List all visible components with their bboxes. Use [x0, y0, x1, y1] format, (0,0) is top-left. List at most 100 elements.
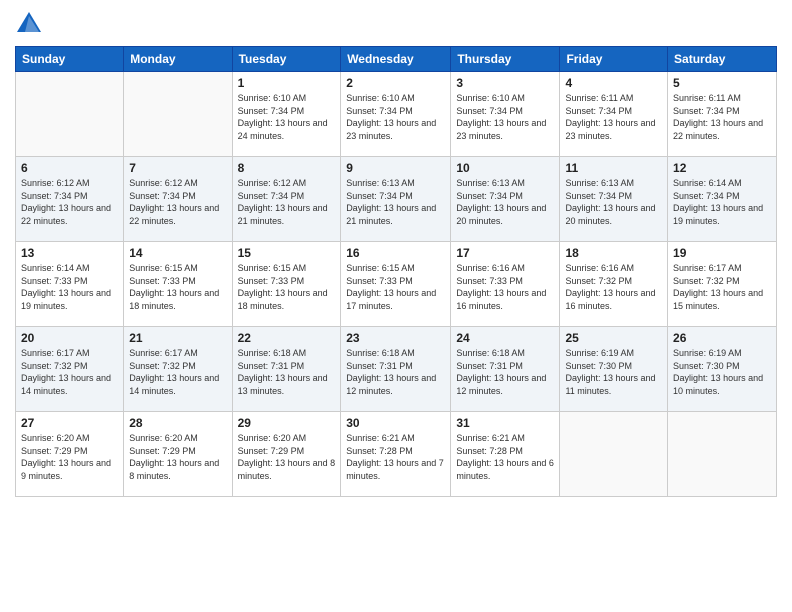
day-header-thursday: Thursday: [451, 47, 560, 72]
day-number: 13: [21, 246, 118, 260]
day-info: Sunrise: 6:10 AM Sunset: 7:34 PM Dayligh…: [238, 92, 336, 142]
calendar-cell: 15 Sunrise: 6:15 AM Sunset: 7:33 PM Dayli…: [232, 242, 341, 327]
header-row: SundayMondayTuesdayWednesdayThursdayFrid…: [16, 47, 777, 72]
day-info: Sunrise: 6:13 AM Sunset: 7:34 PM Dayligh…: [346, 177, 445, 227]
calendar-cell: 30 Sunrise: 6:21 AM Sunset: 7:28 PM Dayli…: [341, 412, 451, 497]
calendar-cell: 18 Sunrise: 6:16 AM Sunset: 7:32 PM Dayli…: [560, 242, 668, 327]
day-info: Sunrise: 6:20 AM Sunset: 7:29 PM Dayligh…: [238, 432, 336, 482]
day-header-monday: Monday: [124, 47, 232, 72]
day-number: 3: [456, 76, 554, 90]
day-info: Sunrise: 6:19 AM Sunset: 7:30 PM Dayligh…: [673, 347, 771, 397]
week-row-3: 20Sunrise: 6:17 AM Sunset: 7:32 PM Dayli…: [16, 327, 777, 412]
day-number: 17: [456, 246, 554, 260]
day-number: 6: [21, 161, 118, 175]
header: [15, 10, 777, 38]
day-number: 18: [565, 246, 662, 260]
week-row-0: 1 Sunrise: 6:10 AM Sunset: 7:34 PM Daylig…: [16, 72, 777, 157]
calendar-cell: 25Sunrise: 6:19 AM Sunset: 7:30 PM Dayli…: [560, 327, 668, 412]
day-number: 5: [673, 76, 771, 90]
calendar-cell: 23 Sunrise: 6:18 AM Sunset: 7:31 PM Dayli…: [341, 327, 451, 412]
calendar-cell: 3Sunrise: 6:10 AM Sunset: 7:34 PM Daylig…: [451, 72, 560, 157]
day-info: Sunrise: 6:11 AM Sunset: 7:34 PM Dayligh…: [565, 92, 662, 142]
calendar-cell: 5Sunrise: 6:11 AM Sunset: 7:34 PM Daylig…: [668, 72, 777, 157]
day-number: 2: [346, 76, 445, 90]
day-number: 27: [21, 416, 118, 430]
day-info: Sunrise: 6:12 AM Sunset: 7:34 PM Dayligh…: [238, 177, 336, 227]
day-info: Sunrise: 6:17 AM Sunset: 7:32 PM Dayligh…: [21, 347, 118, 397]
day-info: Sunrise: 6:15 AM Sunset: 7:33 PM Dayligh…: [346, 262, 445, 312]
day-info: Sunrise: 6:14 AM Sunset: 7:33 PM Dayligh…: [21, 262, 118, 312]
day-number: 16: [346, 246, 445, 260]
calendar-cell: 8 Sunrise: 6:12 AM Sunset: 7:34 PM Daylig…: [232, 157, 341, 242]
day-number: 30: [346, 416, 445, 430]
day-info: Sunrise: 6:18 AM Sunset: 7:31 PM Dayligh…: [346, 347, 445, 397]
day-number: 10: [456, 161, 554, 175]
day-info: Sunrise: 6:18 AM Sunset: 7:31 PM Dayligh…: [456, 347, 554, 397]
day-info: Sunrise: 6:17 AM Sunset: 7:32 PM Dayligh…: [129, 347, 226, 397]
day-number: 14: [129, 246, 226, 260]
calendar-cell: [668, 412, 777, 497]
calendar-cell: 20Sunrise: 6:17 AM Sunset: 7:32 PM Dayli…: [16, 327, 124, 412]
day-info: Sunrise: 6:12 AM Sunset: 7:34 PM Dayligh…: [21, 177, 118, 227]
day-info: Sunrise: 6:21 AM Sunset: 7:28 PM Dayligh…: [346, 432, 445, 482]
day-number: 1: [238, 76, 336, 90]
day-header-tuesday: Tuesday: [232, 47, 341, 72]
week-row-2: 13 Sunrise: 6:14 AM Sunset: 7:33 PM Dayli…: [16, 242, 777, 327]
calendar-cell: [560, 412, 668, 497]
calendar-cell: 4 Sunrise: 6:11 AM Sunset: 7:34 PM Daylig…: [560, 72, 668, 157]
day-number: 21: [129, 331, 226, 345]
calendar-cell: 10 Sunrise: 6:13 AM Sunset: 7:34 PM Dayli…: [451, 157, 560, 242]
day-info: Sunrise: 6:17 AM Sunset: 7:32 PM Dayligh…: [673, 262, 771, 312]
day-number: 11: [565, 161, 662, 175]
day-info: Sunrise: 6:21 AM Sunset: 7:28 PM Dayligh…: [456, 432, 554, 482]
calendar-cell: 19 Sunrise: 6:17 AM Sunset: 7:32 PM Dayli…: [668, 242, 777, 327]
calendar-cell: 9 Sunrise: 6:13 AM Sunset: 7:34 PM Daylig…: [341, 157, 451, 242]
day-info: Sunrise: 6:20 AM Sunset: 7:29 PM Dayligh…: [21, 432, 118, 482]
calendar-cell: 13 Sunrise: 6:14 AM Sunset: 7:33 PM Dayli…: [16, 242, 124, 327]
day-number: 29: [238, 416, 336, 430]
day-info: Sunrise: 6:15 AM Sunset: 7:33 PM Dayligh…: [238, 262, 336, 312]
calendar-table: SundayMondayTuesdayWednesdayThursdayFrid…: [15, 46, 777, 497]
week-row-1: 6 Sunrise: 6:12 AM Sunset: 7:34 PM Daylig…: [16, 157, 777, 242]
week-row-4: 27 Sunrise: 6:20 AM Sunset: 7:29 PM Dayli…: [16, 412, 777, 497]
day-number: 15: [238, 246, 336, 260]
day-info: Sunrise: 6:18 AM Sunset: 7:31 PM Dayligh…: [238, 347, 336, 397]
day-header-wednesday: Wednesday: [341, 47, 451, 72]
calendar-cell: 24 Sunrise: 6:18 AM Sunset: 7:31 PM Dayli…: [451, 327, 560, 412]
day-number: 4: [565, 76, 662, 90]
day-info: Sunrise: 6:13 AM Sunset: 7:34 PM Dayligh…: [565, 177, 662, 227]
day-info: Sunrise: 6:20 AM Sunset: 7:29 PM Dayligh…: [129, 432, 226, 482]
calendar-cell: 12 Sunrise: 6:14 AM Sunset: 7:34 PM Dayli…: [668, 157, 777, 242]
day-number: 9: [346, 161, 445, 175]
day-number: 26: [673, 331, 771, 345]
day-number: 28: [129, 416, 226, 430]
logo-icon: [15, 10, 43, 38]
calendar-cell: [16, 72, 124, 157]
calendar-cell: 11 Sunrise: 6:13 AM Sunset: 7:34 PM Dayli…: [560, 157, 668, 242]
calendar-cell: 28 Sunrise: 6:20 AM Sunset: 7:29 PM Dayli…: [124, 412, 232, 497]
calendar-cell: 26 Sunrise: 6:19 AM Sunset: 7:30 PM Dayli…: [668, 327, 777, 412]
calendar-cell: 22 Sunrise: 6:18 AM Sunset: 7:31 PM Dayli…: [232, 327, 341, 412]
day-info: Sunrise: 6:13 AM Sunset: 7:34 PM Dayligh…: [456, 177, 554, 227]
day-header-saturday: Saturday: [668, 47, 777, 72]
calendar-cell: 2Sunrise: 6:10 AM Sunset: 7:34 PM Daylig…: [341, 72, 451, 157]
calendar-cell: 16 Sunrise: 6:15 AM Sunset: 7:33 PM Dayli…: [341, 242, 451, 327]
day-number: 24: [456, 331, 554, 345]
calendar-cell: 31 Sunrise: 6:21 AM Sunset: 7:28 PM Dayli…: [451, 412, 560, 497]
day-info: Sunrise: 6:19 AM Sunset: 7:30 PM Dayligh…: [565, 347, 662, 397]
day-number: 8: [238, 161, 336, 175]
calendar-cell: 21 Sunrise: 6:17 AM Sunset: 7:32 PM Dayli…: [124, 327, 232, 412]
day-info: Sunrise: 6:16 AM Sunset: 7:33 PM Dayligh…: [456, 262, 554, 312]
day-info: Sunrise: 6:14 AM Sunset: 7:34 PM Dayligh…: [673, 177, 771, 227]
day-number: 23: [346, 331, 445, 345]
day-number: 19: [673, 246, 771, 260]
day-number: 12: [673, 161, 771, 175]
calendar-cell: [124, 72, 232, 157]
calendar-cell: 14Sunrise: 6:15 AM Sunset: 7:33 PM Dayli…: [124, 242, 232, 327]
day-info: Sunrise: 6:12 AM Sunset: 7:34 PM Dayligh…: [129, 177, 226, 227]
day-number: 22: [238, 331, 336, 345]
day-number: 31: [456, 416, 554, 430]
day-header-sunday: Sunday: [16, 47, 124, 72]
calendar-cell: 1 Sunrise: 6:10 AM Sunset: 7:34 PM Daylig…: [232, 72, 341, 157]
day-info: Sunrise: 6:16 AM Sunset: 7:32 PM Dayligh…: [565, 262, 662, 312]
